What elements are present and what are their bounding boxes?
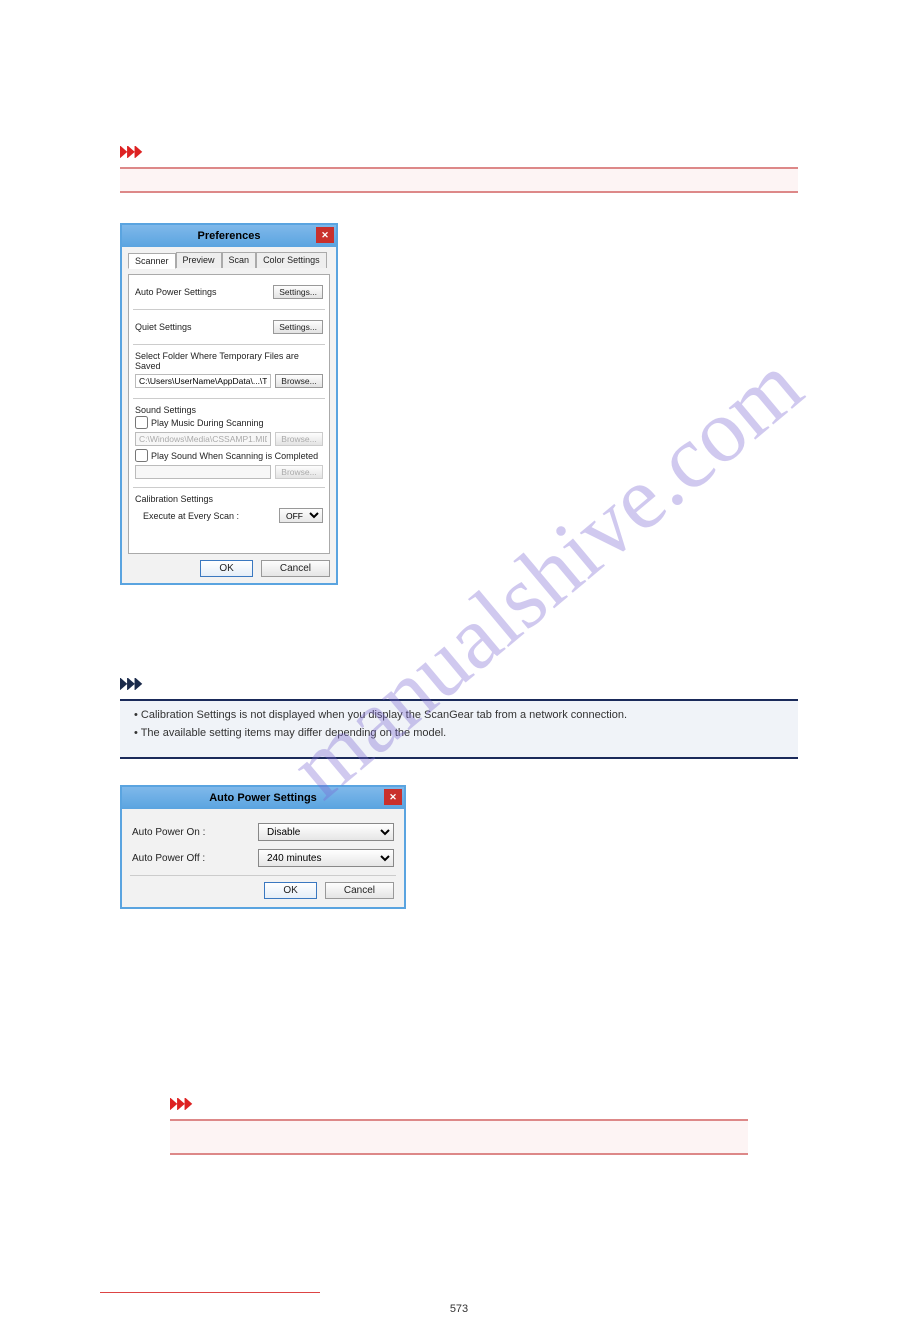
temp-folder-label: Select Folder Where Temporary Files are … [135,351,323,371]
dialog-title: Preferences [198,230,261,242]
ok-button[interactable]: OK [200,560,252,577]
auto-power-dialog: Auto Power Settings ✕ Auto Power On : Di… [120,785,406,909]
auto-power-on-label: Auto Power On : [132,827,242,838]
tab-preview[interactable]: Preview [176,252,222,268]
note-section: • Calibration Settings is not displayed … [120,677,798,947]
important-section-top: Preferences ✕ Scanner Preview Scan Color… [120,145,798,585]
important-note-bar: • When you display the ScanGear tab from… [170,1119,748,1155]
ok-button[interactable]: OK [264,882,316,899]
calibration-exec-label: Execute at Every Scan : [143,511,239,521]
music-path-input [135,432,271,446]
auto-power-label: Auto Power Settings [135,287,217,297]
scanner-tab-pane: Auto Power Settings Settings... Quiet Se… [128,274,330,554]
close-icon[interactable]: ✕ [384,789,402,805]
tab-color-settings[interactable]: Color Settings [256,252,327,268]
quiet-settings-button[interactable]: Settings... [273,320,323,334]
tab-scanner[interactable]: Scanner [128,253,176,269]
calibration-select[interactable]: OFF [279,508,323,523]
footer-rule [100,1292,320,1293]
sound-settings-label: Sound Settings [135,405,323,415]
dialog-titlebar: Preferences ✕ [122,225,336,247]
cancel-button[interactable]: Cancel [261,560,330,577]
important-note-text: • When you display the ScanGear tab from… [170,1121,748,1129]
note-line: • The available setting items may differ… [134,727,784,739]
cancel-button[interactable]: Cancel [325,882,394,899]
auto-power-off-select[interactable]: 240 minutes [258,849,394,867]
auto-power-on-select[interactable]: Disable [258,823,394,841]
quiet-settings-label: Quiet Settings [135,322,192,332]
dialog-titlebar: Auto Power Settings ✕ [122,787,404,809]
note-block: • Calibration Settings is not displayed … [120,699,798,759]
chevron-icon-red [170,1097,200,1111]
play-music-checkbox[interactable] [135,416,148,429]
dialog-title: Auto Power Settings [209,792,317,804]
browse-sound-done-button: Browse... [275,465,323,479]
auto-power-off-label: Auto Power Off : [132,853,242,864]
sound-done-path-input [135,465,271,479]
auto-power-settings-button[interactable]: Settings... [273,285,323,299]
important-note-bar [120,167,798,193]
close-icon[interactable]: ✕ [316,227,334,243]
browse-temp-button[interactable]: Browse... [275,374,323,388]
chevron-icon-red [120,145,150,159]
tab-strip: Scanner Preview Scan Color Settings [128,252,330,268]
play-sound-done-checkbox[interactable] [135,449,148,462]
temp-folder-input[interactable] [135,374,271,388]
page-number: 573 [0,1303,918,1315]
important-section-bottom: • When you display the ScanGear tab from… [170,1097,748,1155]
play-sound-done-label: Play Sound When Scanning is Completed [151,451,318,461]
preferences-dialog: Preferences ✕ Scanner Preview Scan Color… [120,223,338,585]
tab-scan[interactable]: Scan [222,252,257,268]
note-line: • Calibration Settings is not displayed … [134,709,784,721]
browse-music-button: Browse... [275,432,323,446]
play-music-label: Play Music During Scanning [151,418,264,428]
calibration-label: Calibration Settings [135,494,323,504]
chevron-icon-dark [120,677,150,691]
